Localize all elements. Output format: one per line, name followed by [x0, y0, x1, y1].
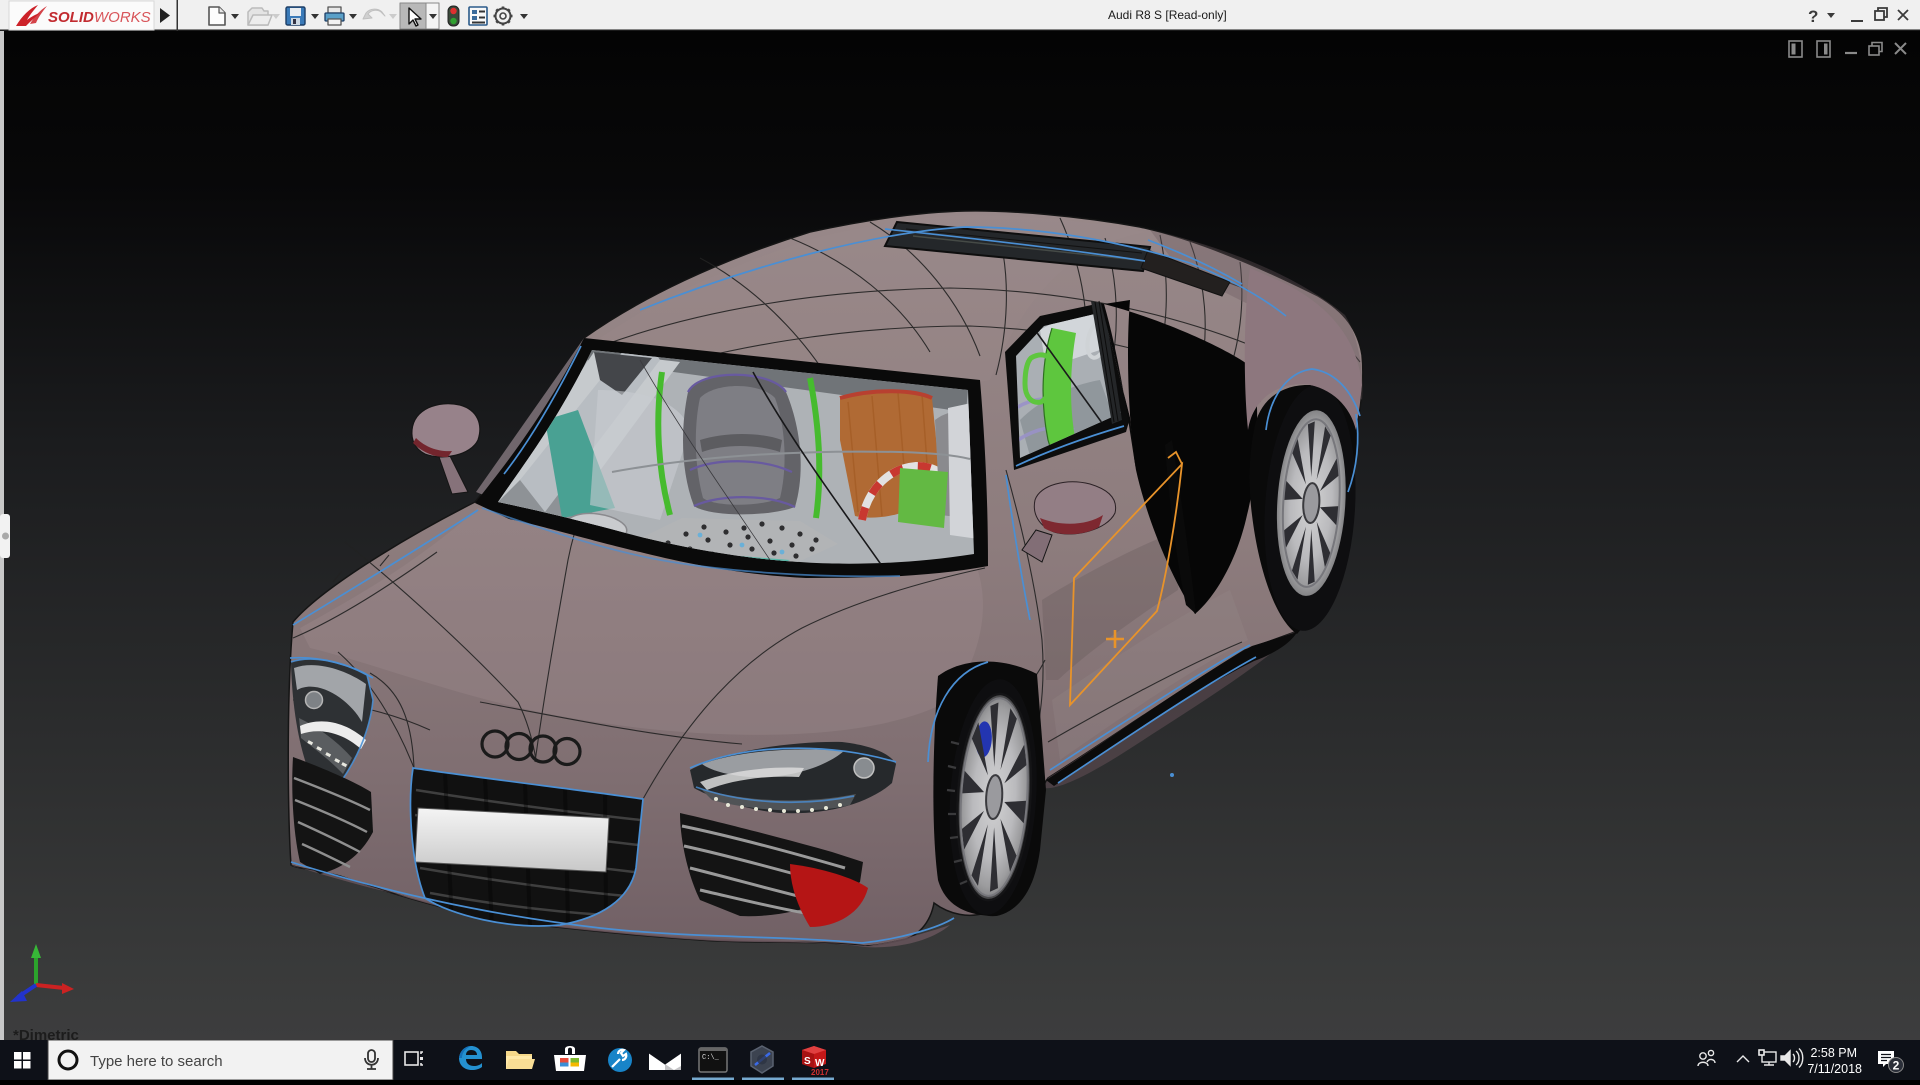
svg-text:SOLID: SOLID	[48, 9, 94, 26]
svg-text:2: 2	[1893, 1059, 1900, 1073]
svg-text:?: ?	[1808, 7, 1818, 26]
svg-text:WORKS: WORKS	[94, 9, 151, 26]
svg-text:*Dimetric: *Dimetric	[13, 1027, 79, 1040]
svg-text:S: S	[804, 1056, 811, 1067]
svg-text:2017: 2017	[811, 1068, 829, 1077]
svg-text:7/11/2018: 7/11/2018	[1807, 1062, 1862, 1076]
svg-text:C:\_: C:\_	[702, 1054, 720, 1062]
svg-text:2:58 PM: 2:58 PM	[1810, 1046, 1857, 1060]
svg-text:Type here to search: Type here to search	[90, 1053, 223, 1070]
